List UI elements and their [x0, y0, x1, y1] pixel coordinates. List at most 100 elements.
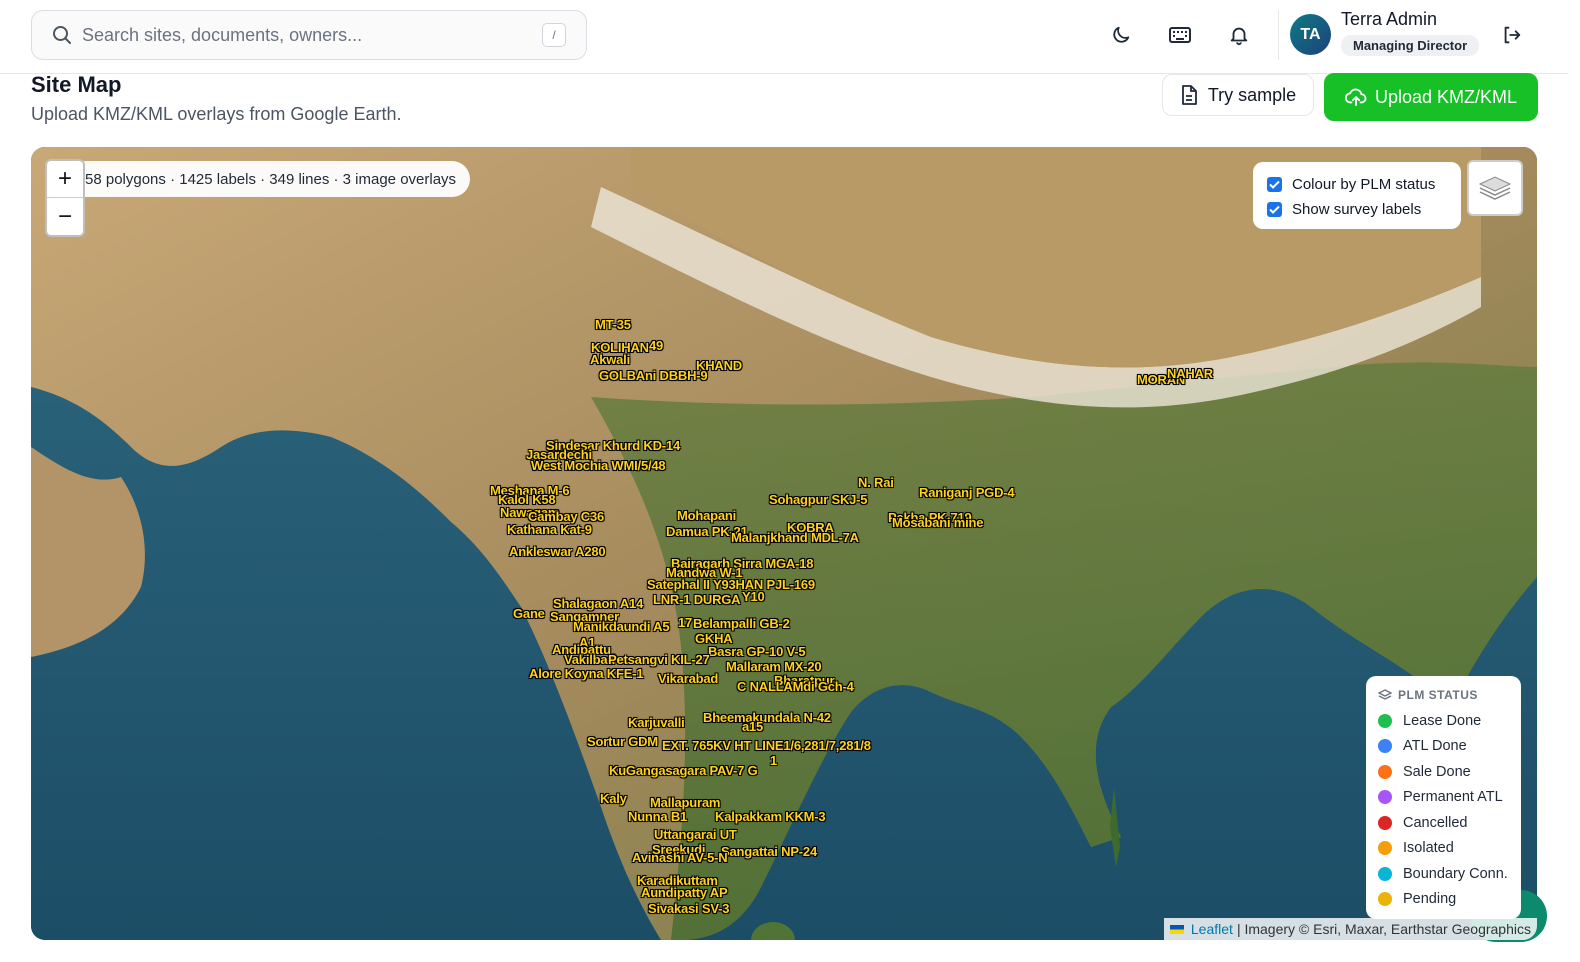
survey-label[interactable]: Raniganj PGD-4 — [919, 485, 1015, 500]
legend-title: PLM STATUS — [1398, 688, 1478, 702]
survey-label[interactable]: West Mochia WMI/5/48 — [531, 458, 666, 473]
legend-item: Pending — [1378, 887, 1509, 913]
survey-label[interactable]: a15 — [742, 719, 763, 734]
legend-item-label: Pending — [1403, 891, 1457, 908]
colour-by-status-label: Colour by PLM status — [1292, 176, 1436, 193]
zoom-in-button[interactable]: + — [47, 161, 83, 198]
checkbox-checked-icon[interactable] — [1267, 202, 1282, 217]
legend-item-label: Cancelled — [1403, 814, 1468, 831]
survey-label[interactable]: 17 — [678, 615, 692, 630]
status-color-dot — [1378, 892, 1392, 907]
upload-kmz-label: Upload KMZ/KML — [1374, 86, 1518, 107]
moon-icon[interactable] — [1106, 20, 1136, 50]
survey-label[interactable]: Sortur GDM — [587, 734, 658, 749]
survey-label[interactable]: C NALLAMdi Gch-4 — [737, 679, 854, 694]
status-color-dot — [1378, 815, 1392, 830]
legend-item: Sale Done — [1378, 759, 1509, 785]
survey-label[interactable]: Basra GP-10 V-5 — [708, 644, 806, 659]
bell-icon[interactable] — [1224, 20, 1254, 50]
survey-label[interactable]: Kalpakkam KKM-3 — [715, 809, 826, 824]
survey-label[interactable]: N. Rai — [858, 475, 894, 490]
legend-item: Boundary Conn. — [1378, 861, 1509, 887]
plm-status-legend: PLM STATUS Lease Done ATL Done Sale Done Pe… — [1366, 676, 1521, 919]
map-attribution: Leaflet | Imagery © Esri, Maxar, Earthst… — [1163, 918, 1537, 940]
avatar[interactable]: TA — [1290, 14, 1331, 55]
legend-item-label: Sale Done — [1403, 763, 1471, 780]
upload-kmz-button[interactable]: Upload KMZ/KML — [1324, 73, 1538, 121]
survey-label[interactable]: Sangattai NP-24 — [721, 844, 817, 859]
survey-label[interactable]: Aundipatty AP — [641, 885, 728, 900]
leaflet-link[interactable]: Leaflet — [1191, 921, 1233, 937]
try-sample-button[interactable]: Try sample — [1162, 74, 1314, 116]
layers-icon — [1378, 689, 1392, 700]
keyboard-icon[interactable] — [1165, 20, 1195, 50]
survey-label[interactable]: Kathana Kat-9 — [507, 522, 592, 537]
survey-label[interactable]: Malanjkhand MDL-7A — [731, 530, 859, 545]
survey-label[interactable]: LNR-1 DURGA — [653, 592, 741, 607]
layers-button[interactable] — [1467, 160, 1523, 216]
survey-label[interactable]: Sohagpur SKJ-5 — [769, 492, 868, 507]
legend-item-label: Lease Done — [1403, 712, 1482, 729]
survey-label[interactable]: Kaly — [600, 791, 627, 806]
search-icon — [53, 26, 71, 44]
header-divider — [1278, 10, 1279, 60]
survey-label[interactable]: NAHAR — [1167, 366, 1213, 381]
try-sample-label: Try sample — [1207, 84, 1297, 105]
survey-label[interactable]: Karjuvalli — [628, 715, 685, 730]
survey-label[interactable]: 1 — [770, 753, 777, 768]
survey-label[interactable]: Vikarabad — [658, 671, 718, 686]
survey-label[interactable]: Gane — [513, 606, 545, 621]
map-stats: 58 polygons · 1425 labels · 349 lines · … — [67, 161, 471, 197]
survey-label[interactable]: Mosabani mine — [892, 515, 984, 530]
status-color-dot — [1378, 866, 1392, 881]
legend-item: Cancelled — [1378, 810, 1509, 836]
survey-label[interactable]: Akwali — [590, 352, 630, 367]
user-name: Terra Admin — [1341, 9, 1438, 29]
imagery-credit: | Imagery © Esri, Maxar, Earthstar Geogr… — [1236, 921, 1531, 937]
logout-icon[interactable] — [1497, 20, 1527, 50]
legend-item-label: Permanent ATL — [1403, 789, 1503, 806]
legend-item: ATL Done — [1378, 734, 1509, 760]
survey-label[interactable]: Mallapuram — [650, 795, 720, 810]
zoom-out-button[interactable]: − — [47, 198, 83, 235]
legend-item: Isolated — [1378, 836, 1509, 862]
colour-by-status-toggle[interactable]: Colour by PLM status — [1267, 172, 1447, 197]
user-role-badge: Managing Director — [1341, 35, 1480, 56]
show-labels-toggle[interactable]: Show survey labels — [1267, 197, 1447, 222]
legend-item: Lease Done — [1378, 708, 1509, 734]
survey-label[interactable]: Alore Koyna KFE-1 — [529, 666, 644, 681]
survey-label[interactable]: Ankleswar A280 — [509, 544, 606, 559]
global-search[interactable]: / — [31, 10, 587, 60]
cloud-upload-icon — [1344, 88, 1367, 107]
survey-label[interactable]: Bheemakundala N-42 — [703, 710, 831, 725]
legend-item-label: Boundary Conn. — [1403, 865, 1508, 882]
show-labels-label: Show survey labels — [1292, 201, 1422, 218]
survey-label[interactable]: Avinashi AV-5-N — [632, 850, 728, 865]
survey-label[interactable]: Y10 — [742, 589, 765, 604]
survey-label[interactable]: Sivakasi SV-3 — [648, 901, 729, 916]
search-input[interactable] — [82, 24, 522, 46]
survey-label[interactable]: Mohapani — [677, 508, 736, 523]
legend-items: Lease Done ATL Done Sale Done Permanent ATL… — [1378, 708, 1509, 912]
survey-label[interactable]: Nunna B1 — [628, 809, 687, 824]
survey-label[interactable]: EXT. 765KV HT LINE1/6,281/7,281/8 — [662, 738, 871, 753]
survey-label[interactable]: Uttangarai UT — [654, 827, 737, 842]
legend-item: Permanent ATL — [1378, 785, 1509, 811]
survey-label[interactable]: Mallaram MX-20 — [726, 659, 822, 674]
site-map[interactable]: + − 58 polygons · 1425 labels · 349 line… — [31, 147, 1537, 940]
page-subtitle: Upload KMZ/KML overlays from Google Eart… — [31, 104, 402, 124]
survey-label[interactable]: Petsangvi KIL-27 — [608, 652, 710, 667]
survey-label[interactable]: GOLBAni DBBH-9 — [599, 368, 708, 383]
top-bar: / TA Terra Admin Managing Director — [0, 0, 1568, 74]
status-color-dot — [1378, 739, 1392, 754]
status-color-dot — [1378, 841, 1392, 856]
legend-item-label: ATL Done — [1403, 738, 1467, 755]
survey-label[interactable]: Satephal II Y93HAN PJL-169 — [647, 577, 815, 592]
checkbox-checked-icon[interactable] — [1267, 177, 1282, 192]
survey-label[interactable]: Manikdaundi A5 — [573, 619, 670, 634]
survey-label[interactable]: Belampalli GB-2 — [693, 616, 790, 631]
search-shortcut-hint: / — [542, 23, 566, 47]
survey-label[interactable]: KuGangasagara PAV-7 G — [609, 763, 758, 778]
survey-label[interactable]: 49 — [649, 338, 663, 353]
survey-label[interactable]: MT-35 — [595, 317, 631, 332]
